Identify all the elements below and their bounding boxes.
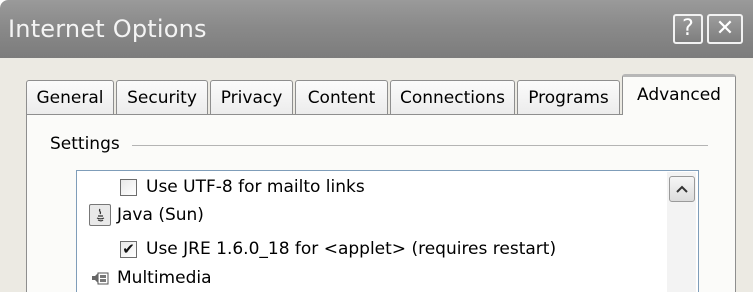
category-multimedia: Multimedia — [89, 267, 212, 289]
category-label: Java (Sun) — [117, 205, 204, 225]
help-button[interactable]: ? — [673, 14, 703, 44]
tab-programs-label: Programs — [528, 87, 609, 108]
title-bar[interactable]: Internet Options ? ✕ — [0, 0, 753, 58]
tab-privacy-label: Privacy — [220, 87, 283, 108]
category-java: Java (Sun) — [89, 204, 204, 226]
tab-advanced[interactable]: Advanced — [622, 74, 736, 115]
tab-general-label: General — [36, 87, 104, 108]
category-label: Multimedia — [117, 268, 212, 288]
java-icon — [89, 204, 111, 226]
settings-group-divider — [132, 145, 708, 146]
tab-programs[interactable]: Programs — [517, 80, 620, 114]
close-icon: ✕ — [715, 16, 735, 41]
scroll-up-button[interactable] — [669, 176, 695, 202]
use-jre-checkbox[interactable]: ✔ — [120, 240, 137, 258]
tab-security[interactable]: Security — [116, 80, 208, 114]
multimedia-icon — [89, 267, 111, 289]
setting-label: Use JRE 1.6.0_18 for <applet> (requires … — [146, 239, 557, 259]
window-title: Internet Options — [8, 15, 207, 43]
tab-security-label: Security — [127, 87, 197, 108]
close-button[interactable]: ✕ — [707, 14, 743, 44]
tab-general[interactable]: General — [26, 80, 114, 114]
chevron-up-icon — [676, 185, 688, 193]
setting-use-jre[interactable]: ✔ Use JRE 1.6.0_18 for <applet> (require… — [120, 239, 556, 259]
setting-utf8-mailto[interactable]: Use UTF-8 for mailto links — [120, 177, 365, 197]
tab-content-label: Content — [307, 87, 376, 108]
utf8-mailto-checkbox[interactable] — [120, 178, 137, 196]
tab-content[interactable]: Content — [295, 80, 388, 114]
help-icon: ? — [682, 16, 694, 41]
settings-group-label: Settings — [50, 134, 126, 154]
tab-connections-label: Connections — [399, 87, 506, 108]
tab-connections[interactable]: Connections — [390, 80, 515, 114]
internet-options-dialog: Internet Options ? ✕ General Security Pr… — [0, 0, 753, 292]
tab-privacy[interactable]: Privacy — [210, 80, 293, 114]
setting-label: Use UTF-8 for mailto links — [146, 177, 365, 197]
tab-advanced-label: Advanced — [637, 85, 721, 105]
